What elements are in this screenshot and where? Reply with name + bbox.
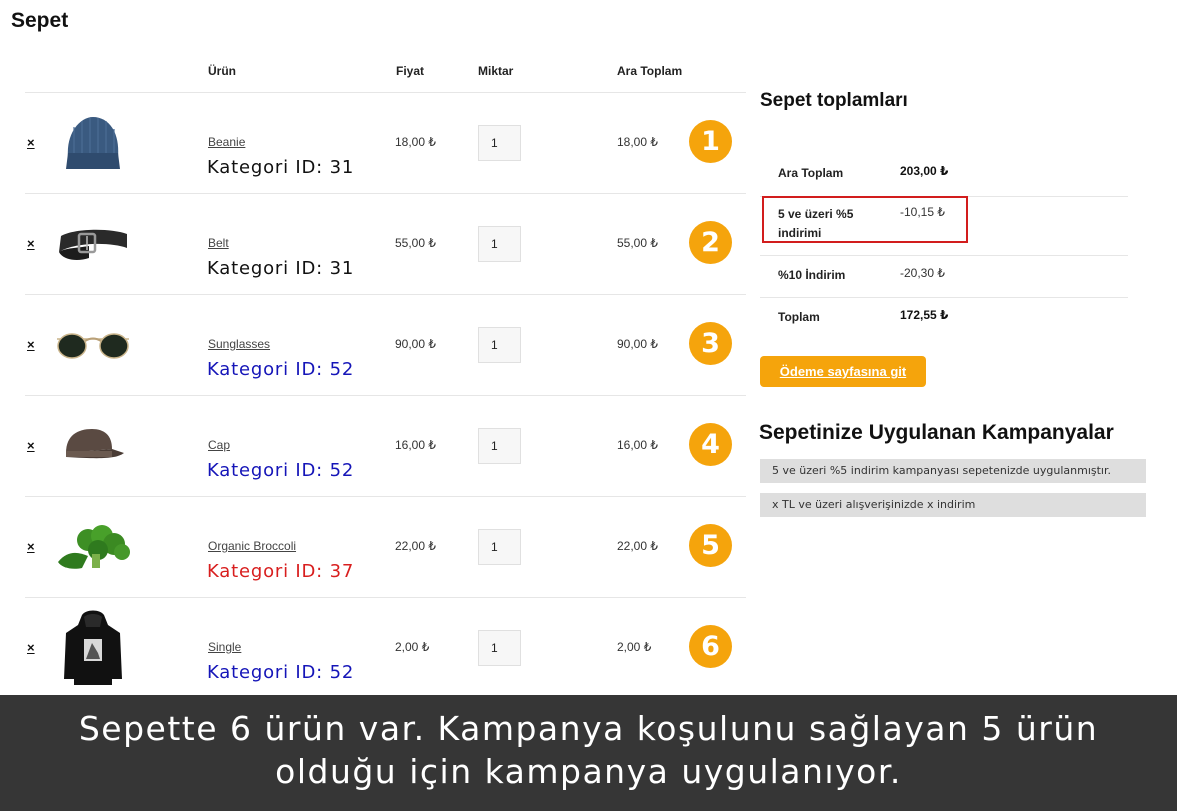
number-badge: 3 <box>689 322 732 365</box>
cart-row: × Sunglasses Kategori ID: 52 90,00 ₺ 90,… <box>25 295 746 396</box>
totals-row-discount-10: %10 İndirim -20,30 ₺ <box>760 256 1128 298</box>
number-badge: 1 <box>689 120 732 163</box>
cart-row: × Belt Kategori ID: 31 55,00 ₺ 55,00 ₺ 2 <box>25 194 746 295</box>
product-image-cap[interactable] <box>53 408 133 484</box>
cart-row: × Single Kategori ID: 52 2,00 ₺ 2,00 ₺ 6 <box>25 598 746 699</box>
quantity-input[interactable] <box>478 125 521 161</box>
header-subtotal: Ara Toplam <box>617 64 683 78</box>
number-badge: 2 <box>689 221 732 264</box>
discount-5-value: -10,15 ₺ <box>900 205 945 219</box>
product-price: 18,00 ₺ <box>395 135 436 149</box>
cart-table-header: Ürün Fiyat Miktar Ara Toplam <box>25 52 746 93</box>
cart-table: Ürün Fiyat Miktar Ara Toplam × Beanie Ka… <box>25 52 746 699</box>
category-id-label: Kategori ID: 52 <box>207 359 355 380</box>
product-image-beanie[interactable] <box>53 105 133 181</box>
campaigns-title: Sepetinize Uygulanan Kampanyalar <box>759 421 1114 444</box>
total-label: Toplam <box>778 310 820 324</box>
product-image-belt[interactable] <box>53 206 133 282</box>
product-price: 90,00 ₺ <box>395 337 436 351</box>
category-id-label: Kategori ID: 37 <box>207 561 355 582</box>
subtotal-value: 203,00 ₺ <box>900 164 949 178</box>
row-subtotal: 2,00 ₺ <box>617 640 652 654</box>
number-badge: 5 <box>689 524 732 567</box>
product-image-hoodie[interactable] <box>53 610 133 686</box>
category-id-label: Kategori ID: 31 <box>207 258 355 279</box>
product-link[interactable]: Sunglasses <box>208 337 270 351</box>
product-price: 55,00 ₺ <box>395 236 436 250</box>
discount-10-label: %10 İndirim <box>778 268 846 282</box>
row-subtotal: 90,00 ₺ <box>617 337 658 351</box>
row-subtotal: 16,00 ₺ <box>617 438 658 452</box>
remove-item-button[interactable]: × <box>27 539 35 554</box>
product-link[interactable]: Belt <box>208 236 229 250</box>
category-id-label: Kategori ID: 52 <box>207 662 355 683</box>
product-image-sunglasses[interactable] <box>53 307 133 383</box>
number-badge: 4 <box>689 423 732 466</box>
totals-row-subtotal: Ara Toplam 203,00 ₺ <box>760 155 1128 197</box>
cart-row: × Beanie Kategori ID: 31 18,00 ₺ 18,00 ₺… <box>25 93 746 194</box>
quantity-input[interactable] <box>478 630 521 666</box>
caption-banner: Sepette 6 ürün var. Kampanya koşulunu sa… <box>0 695 1177 811</box>
campaign-item: x TL ve üzeri alışverişinizde x indirim <box>760 493 1146 517</box>
product-price: 16,00 ₺ <box>395 438 436 452</box>
product-link[interactable]: Single <box>208 640 241 654</box>
remove-item-button[interactable]: × <box>27 640 35 655</box>
campaign-item: 5 ve üzeri %5 indirim kampanyası sepeten… <box>760 459 1146 483</box>
product-link[interactable]: Organic Broccoli <box>208 539 296 553</box>
discount-10-value: -20,30 ₺ <box>900 266 945 280</box>
header-price: Fiyat <box>396 64 425 78</box>
totals-row-discount-5: 5 ve üzeri %5 indirimi -10,15 ₺ <box>760 197 1128 256</box>
cart-totals-title: Sepet toplamları <box>760 90 908 111</box>
quantity-input[interactable] <box>478 428 521 464</box>
category-id-label: Kategori ID: 31 <box>207 157 355 178</box>
page-title: Sepet <box>11 9 69 32</box>
product-price: 2,00 ₺ <box>395 640 430 654</box>
row-subtotal: 18,00 ₺ <box>617 135 658 149</box>
cart-totals-table: Ara Toplam 203,00 ₺ 5 ve üzeri %5 indiri… <box>760 155 1128 338</box>
checkout-button[interactable]: Ödeme sayfasına git <box>760 356 926 387</box>
caption-line-2: olduğu için kampanya uygulanıyor. <box>275 752 902 791</box>
product-price: 22,00 ₺ <box>395 539 436 553</box>
caption-line-1: Sepette 6 ürün var. Kampanya koşulunu sa… <box>78 709 1099 748</box>
remove-item-button[interactable]: × <box>27 438 35 453</box>
cart-row: × Cap Kategori ID: 52 16,00 ₺ 16,00 ₺ 4 <box>25 396 746 497</box>
remove-item-button[interactable]: × <box>27 337 35 352</box>
subtotal-label: Ara Toplam <box>778 166 844 180</box>
total-value: 172,55 ₺ <box>900 308 949 322</box>
product-link[interactable]: Cap <box>208 438 230 452</box>
header-quantity: Miktar <box>478 64 514 78</box>
remove-item-button[interactable]: × <box>27 135 35 150</box>
category-id-label: Kategori ID: 52 <box>207 460 355 481</box>
number-badge: 6 <box>689 625 732 668</box>
discount-5-label: 5 ve üzeri %5 indirimi <box>778 207 854 240</box>
quantity-input[interactable] <box>478 226 521 262</box>
product-link[interactable]: Beanie <box>208 135 245 149</box>
header-product: Ürün <box>208 64 236 78</box>
totals-row-total: Toplam 172,55 ₺ <box>760 298 1128 338</box>
remove-item-button[interactable]: × <box>27 236 35 251</box>
product-image-broccoli[interactable] <box>53 509 133 585</box>
row-subtotal: 22,00 ₺ <box>617 539 658 553</box>
quantity-input[interactable] <box>478 327 521 363</box>
cart-row: × Organic Broccoli Kategori ID: 37 22,00… <box>25 497 746 598</box>
row-subtotal: 55,00 ₺ <box>617 236 658 250</box>
quantity-input[interactable] <box>478 529 521 565</box>
